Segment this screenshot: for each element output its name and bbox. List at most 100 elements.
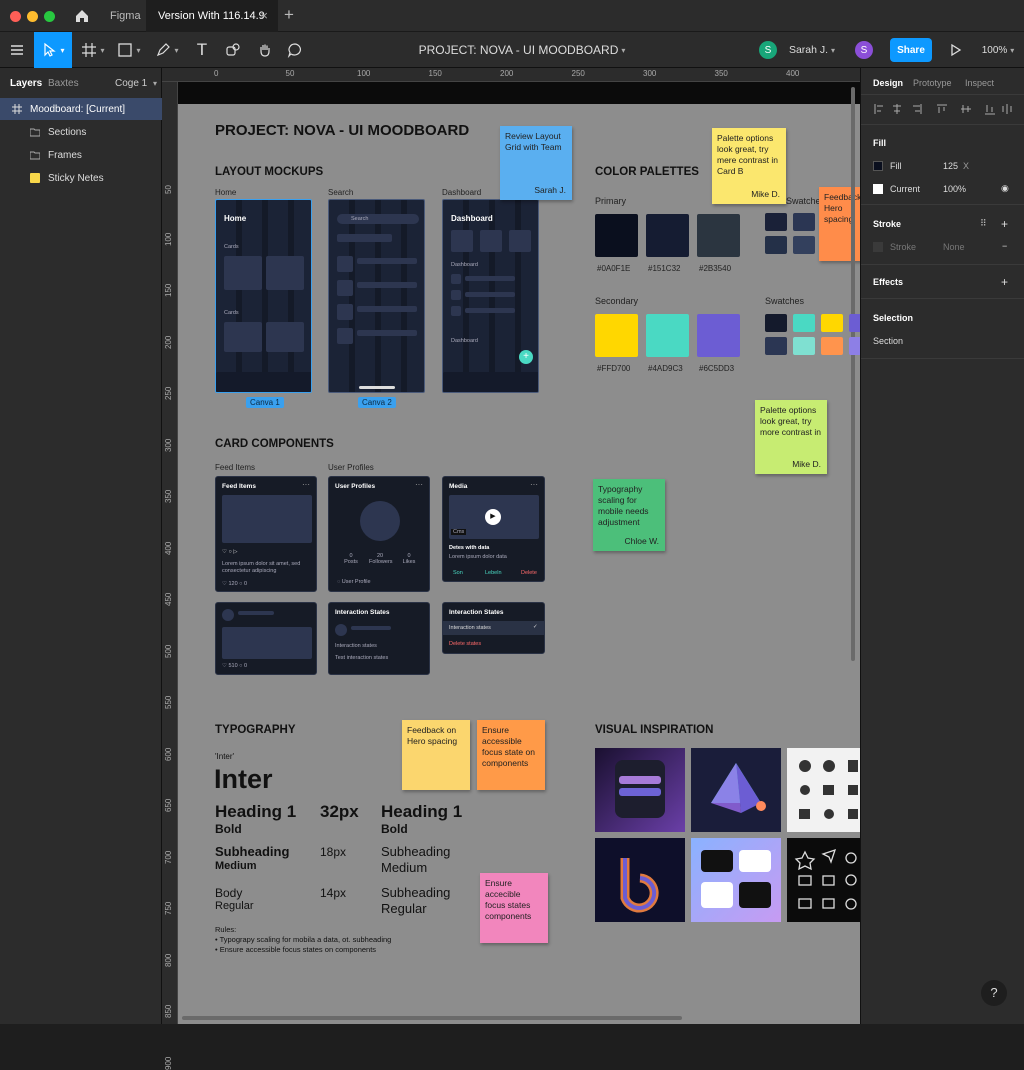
- tab-assets[interactable]: Baxtes: [48, 78, 79, 89]
- layer-moodboard[interactable]: Moodboard: [Current]: [0, 98, 162, 120]
- horizontal-scrollbar[interactable]: [182, 1016, 682, 1020]
- layer-sections[interactable]: Sections: [0, 121, 162, 143]
- state-row[interactable]: Interaction states: [449, 625, 491, 631]
- resources-button[interactable]: [222, 32, 244, 68]
- frame-tool-button[interactable]: ▾: [80, 32, 106, 68]
- color-swatch[interactable]: [646, 314, 689, 357]
- color-swatch[interactable]: [646, 214, 689, 257]
- mini-swatch[interactable]: [765, 314, 787, 332]
- inspiration-image-3d-shape[interactable]: [691, 748, 781, 832]
- inspiration-image-icon-set[interactable]: [787, 748, 860, 832]
- layer-frames[interactable]: Frames: [0, 144, 162, 166]
- sticky-note[interactable]: Palette options look great, try more con…: [755, 400, 827, 474]
- text-tool-button[interactable]: T: [192, 32, 212, 68]
- mini-swatch[interactable]: [821, 337, 843, 355]
- sticky-note[interactable]: Review Layout Grid with Team Sarah J.: [500, 126, 572, 200]
- maximize-window-button[interactable]: [44, 11, 55, 22]
- color-swatch[interactable]: [595, 214, 638, 257]
- stroke-options-icon[interactable]: ⠿: [980, 218, 987, 229]
- close-window-button[interactable]: [10, 11, 21, 22]
- inspiration-image-line-icons[interactable]: [787, 838, 860, 922]
- sticky-note[interactable]: Ensure accecible focus states components: [480, 873, 548, 943]
- remove-stroke-icon[interactable]: −: [1002, 241, 1007, 251]
- search-mockup[interactable]: Search: [328, 199, 425, 393]
- more-icon[interactable]: ···: [302, 480, 310, 489]
- eye-icon[interactable]: ◉: [1001, 183, 1009, 194]
- new-tab-icon[interactable]: +: [284, 5, 294, 25]
- color-swatch[interactable]: [697, 214, 740, 257]
- mini-swatch[interactable]: [821, 314, 843, 332]
- canvas-label[interactable]: Canva 2: [358, 397, 396, 408]
- tab-inspect[interactable]: Inspect: [965, 78, 994, 88]
- share-button[interactable]: Share: [890, 38, 932, 62]
- help-button[interactable]: ?: [981, 980, 1007, 1006]
- tab-design[interactable]: Design: [873, 78, 903, 88]
- state-row[interactable]: Delete states: [449, 641, 481, 647]
- stroke-swatch[interactable]: [873, 242, 883, 252]
- current-swatch[interactable]: [873, 184, 883, 194]
- file-title-button[interactable]: PROJECT: NOVA - UI MOODBOARD ▾: [412, 32, 632, 68]
- zoom-dropdown[interactable]: 100% ▾: [978, 32, 1018, 68]
- comment-tool-button[interactable]: [284, 32, 306, 68]
- align-icons[interactable]: [873, 103, 1013, 115]
- avatar[interactable]: S: [758, 32, 778, 68]
- fill-value[interactable]: 125: [943, 161, 958, 171]
- profile-card[interactable]: User Profiles ··· 0 Posts 20 Followers 0 Lik…: [328, 476, 430, 592]
- mini-swatch[interactable]: [765, 337, 787, 355]
- dashboard-mockup[interactable]: Dashboard Dashboard Dashboard +: [442, 199, 539, 393]
- more-icon[interactable]: ···: [530, 480, 538, 489]
- tab-layers[interactable]: Layers: [10, 78, 42, 89]
- tab-prototype[interactable]: Prototype: [913, 78, 952, 88]
- media-action[interactable]: Delete: [521, 570, 537, 576]
- vertical-scrollbar[interactable]: [851, 87, 855, 661]
- mini-swatch[interactable]: [849, 314, 860, 332]
- current-opacity[interactable]: 100%: [943, 184, 966, 194]
- canvas[interactable]: PROJECT: NOVA - UI MOODBOARD LAYOUT MOCK…: [178, 82, 860, 1024]
- sticky-note[interactable]: Typography scaling for mobile needs adju…: [593, 479, 665, 551]
- minimize-window-button[interactable]: [27, 11, 38, 22]
- inspiration-image-app-icon[interactable]: [595, 748, 685, 832]
- mini-swatch[interactable]: [793, 314, 815, 332]
- stroke-value[interactable]: None: [943, 242, 965, 252]
- mini-swatch[interactable]: [765, 213, 787, 231]
- canvas-label[interactable]: Canva 1: [246, 397, 284, 408]
- hand-tool-button[interactable]: [254, 32, 276, 68]
- media-action[interactable]: Son: [453, 570, 463, 576]
- inspiration-image-logo[interactable]: [595, 838, 685, 922]
- layer-sticky-notes[interactable]: Sticky Netes: [0, 167, 162, 189]
- inspiration-image-cards[interactable]: [691, 838, 781, 922]
- color-swatch[interactable]: [595, 314, 638, 357]
- mini-swatch[interactable]: [793, 236, 815, 254]
- interaction-states-card[interactable]: Interaction States Interaction states Te…: [328, 602, 430, 675]
- sticky-note[interactable]: Feedback on Hero spacing: [402, 720, 470, 790]
- fill-swatch[interactable]: [873, 161, 883, 171]
- media-action[interactable]: Lebeln: [485, 570, 502, 576]
- close-tab-icon[interactable]: ×: [260, 0, 268, 32]
- collaborator-avatar[interactable]: S: [854, 32, 874, 68]
- shape-tool-button[interactable]: ▾: [116, 32, 142, 68]
- mini-swatch[interactable]: [765, 236, 787, 254]
- tab-version[interactable]: Version With 116.14.9 ×: [146, 0, 278, 32]
- more-icon[interactable]: ···: [415, 480, 423, 489]
- interaction-states-card[interactable]: Interaction States Interaction states ✓ …: [442, 602, 545, 654]
- home-mockup[interactable]: Home Cards Cards: [215, 199, 312, 393]
- color-swatch[interactable]: [697, 314, 740, 357]
- mini-swatch[interactable]: [793, 337, 815, 355]
- tab-figma[interactable]: Figma: [98, 0, 153, 32]
- media-card[interactable]: Media ··· ▶ Cms Detes with data Lorem ips…: [442, 476, 545, 582]
- feed-card[interactable]: Feed Items ··· ♡ ○ ▷ Lorem ipsum dolor si…: [215, 476, 317, 592]
- sticky-note[interactable]: Palette options look great, try mere con…: [712, 128, 786, 204]
- home-icon[interactable]: [66, 0, 98, 32]
- pen-tool-button[interactable]: ▾: [154, 32, 180, 68]
- mini-swatch[interactable]: [849, 337, 860, 355]
- play-icon[interactable]: ▶: [485, 509, 501, 525]
- feed-card-small[interactable]: ♡ 510 ○ 0: [215, 602, 317, 675]
- sticky-note[interactable]: Ensure accessible focus state on compone…: [477, 720, 545, 790]
- page-selector[interactable]: Coge 1 ▾: [115, 78, 157, 89]
- add-stroke-icon[interactable]: +: [1001, 217, 1008, 231]
- present-button[interactable]: [946, 32, 964, 68]
- add-effect-icon[interactable]: +: [1001, 275, 1008, 289]
- mini-swatch[interactable]: [793, 213, 815, 231]
- user-menu[interactable]: Sarah J. ▾: [784, 32, 840, 68]
- menu-icon[interactable]: [6, 32, 28, 68]
